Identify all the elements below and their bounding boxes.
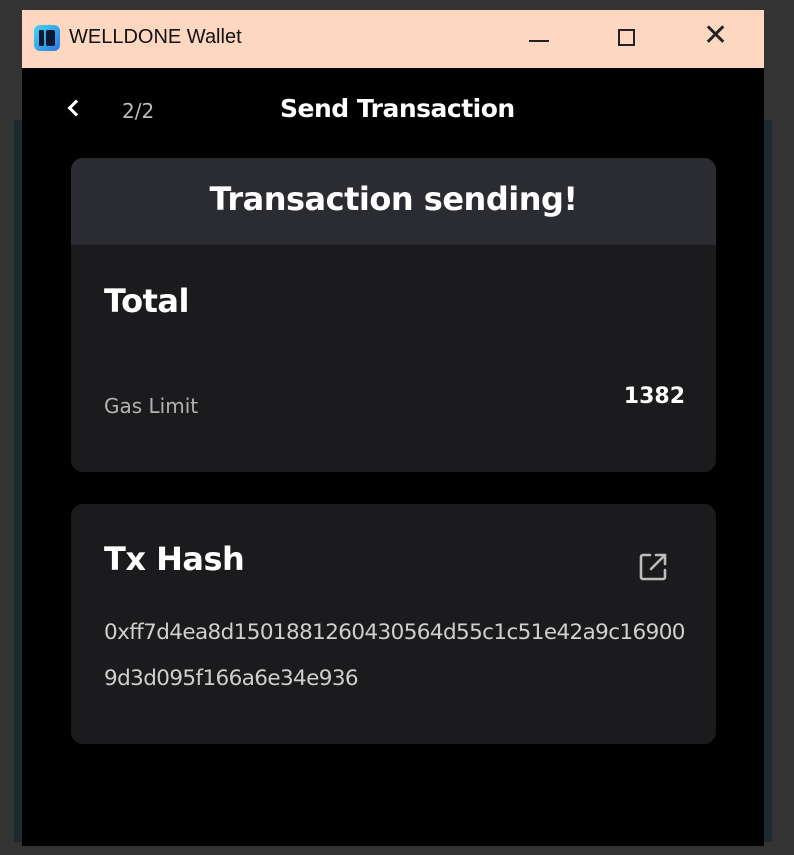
tx-hash-value: 0xff7d4ea8d1501881260430564d55c1c51e42a9…	[104, 620, 685, 691]
close-icon: ✕	[703, 18, 729, 53]
welldone-logo-icon	[34, 25, 60, 51]
minimize-icon	[529, 40, 549, 42]
maximize-icon	[618, 29, 635, 46]
tx-hash-label: Tx Hash	[104, 540, 245, 578]
tx-hash-card: Tx Hash 0xff7d4ea8d1501881260430564d55c1…	[71, 504, 716, 744]
page-title: Send Transaction	[280, 94, 515, 123]
total-label: Total	[104, 282, 189, 320]
step-indicator: 2/2	[122, 99, 155, 123]
maximize-button[interactable]	[584, 10, 672, 68]
gas-limit-label: Gas Limit	[104, 394, 199, 418]
transaction-summary-card: Transaction sending! Total Gas Limit 138…	[71, 158, 716, 472]
close-button[interactable]: ✕	[672, 10, 760, 68]
background-window-edge-left	[14, 120, 22, 842]
gas-limit-value: 1382	[623, 384, 685, 409]
status-banner: Transaction sending!	[71, 158, 716, 245]
window-title: WELLDONE Wallet	[69, 26, 242, 48]
chevron-left-icon[interactable]	[67, 99, 85, 117]
status-message: Transaction sending!	[209, 180, 578, 218]
minimize-button[interactable]	[496, 10, 584, 68]
background-window-edge-right	[764, 120, 772, 842]
wallet-window: WELLDONE Wallet ✕ 2/2 Send Transaction T…	[22, 10, 764, 846]
title-bar[interactable]: WELLDONE Wallet ✕	[22, 10, 764, 68]
external-link-icon[interactable]	[636, 550, 670, 584]
